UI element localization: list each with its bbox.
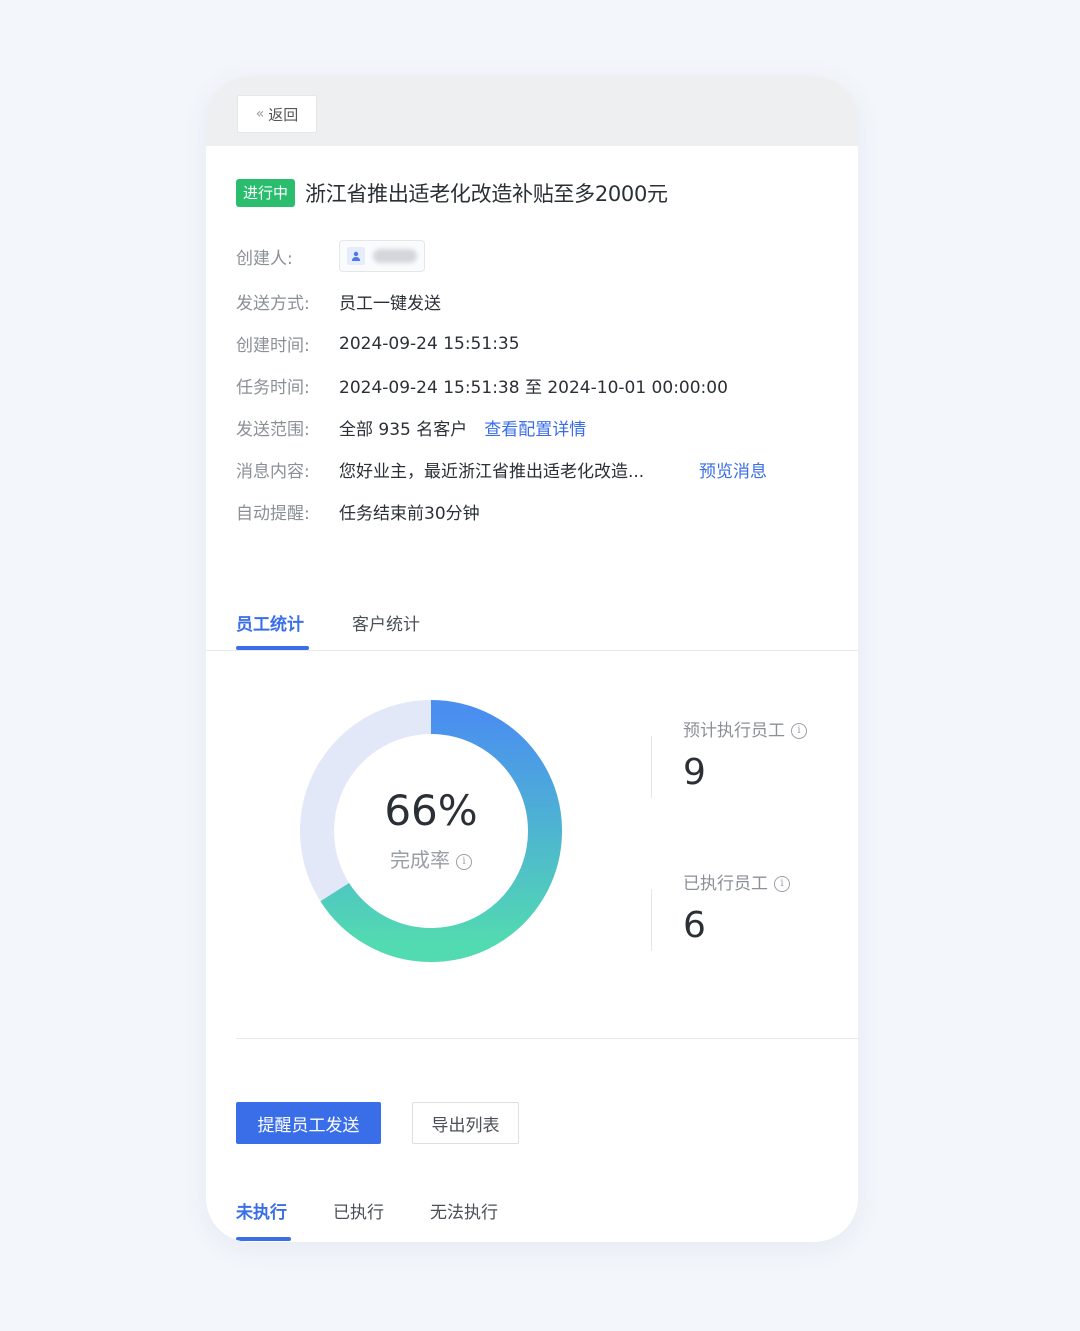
task-title-row: 进行中 浙江省推出适老化改造补贴至多2000元 [236,178,668,208]
info-icon[interactable]: i [774,876,790,892]
scope-label: 发送范围: [236,420,310,440]
status-badge: 进行中 [236,179,296,207]
completion-rate-label-row: 完成率 i [300,844,562,873]
tab-executed[interactable]: 已执行 [333,1198,384,1223]
send-method-label: 发送方式: [236,294,310,314]
created-time-row: 创建时间: 2024-09-24 15:51:35 [236,331,520,357]
remind-employees-button[interactable]: 提醒员工发送 [236,1102,381,1144]
executed-employees-label: 已执行员工 [683,874,768,894]
message-label: 消息内容: [236,462,310,482]
user-icon [347,247,365,265]
expected-employees-value: 9 [683,752,706,793]
task-time-value: 2024-09-24 15:51:38 至 2024-10-01 00:00:0… [339,378,728,398]
scope-row: 发送范围: 全部 935 名客户 查看配置详情 [236,415,586,440]
tab-employee-stats[interactable]: 员工统计 [236,610,304,635]
view-config-link[interactable]: 查看配置详情 [484,415,586,440]
active-list-tab-indicator [236,1237,291,1241]
creator-name-blurred [373,249,417,263]
reminder-row: 自动提醒: 任务结束前30分钟 [236,499,480,524]
completion-rate-value: 66% [384,786,478,835]
tab-cannot-execute[interactable]: 无法执行 [430,1198,498,1223]
creator-chip[interactable] [339,240,425,272]
task-title: 浙江省推出适老化改造补贴至多2000元 [305,182,668,206]
expected-employees-label-row: 预计执行员工 i [683,716,807,741]
info-icon[interactable]: i [456,853,472,870]
scope-value: 全部 935 名客户 [339,420,468,440]
task-time-label: 任务时间: [236,378,310,398]
task-time-row: 任务时间: 2024-09-24 15:51:38 至 2024-10-01 0… [236,373,728,398]
stats-tabs: 员工统计 客户统计 [206,602,858,651]
back-label: 返回 [268,105,299,124]
donut-center: 66% 完成率 i [300,700,562,962]
send-method-row: 发送方式: 员工一键发送 [236,289,441,314]
message-row: 消息内容: 您好业主，最近浙江省推出适老化改造... 预览消息 [236,457,767,482]
executed-employees-value: 6 [683,905,706,946]
send-method-value: 员工一键发送 [339,294,441,314]
section-divider [236,1038,858,1039]
export-list-button[interactable]: 导出列表 [412,1102,519,1144]
created-time-label: 创建时间: [236,336,310,356]
creator-row: 创建人: [236,240,425,272]
executed-employees-label-row: 已执行员工 i [683,869,790,894]
created-time-value: 2024-09-24 15:51:35 [339,333,520,354]
completion-rate-label: 完成率 [390,848,450,872]
expected-employees-label: 预计执行员工 [683,721,785,741]
double-chevron-left-icon: « [255,106,265,122]
divider-vertical [651,889,652,951]
reminder-label: 自动提醒: [236,504,310,524]
tab-customer-stats[interactable]: 客户统计 [352,610,420,635]
back-button[interactable]: « 返回 [237,95,317,133]
top-bar: « 返回 [206,76,858,146]
tab-not-executed[interactable]: 未执行 [236,1198,287,1223]
creator-label: 创建人: [236,248,293,269]
divider-vertical [651,736,652,798]
info-icon[interactable]: i [791,723,807,739]
reminder-value: 任务结束前30分钟 [339,504,480,524]
preview-message-link[interactable]: 预览消息 [699,457,767,482]
message-value: 您好业主，最近浙江省推出适老化改造... [339,462,645,482]
task-detail-card: « 返回 进行中 浙江省推出适老化改造补贴至多2000元 创建人: 发送方式: … [206,76,858,1242]
active-tab-indicator [236,646,309,650]
